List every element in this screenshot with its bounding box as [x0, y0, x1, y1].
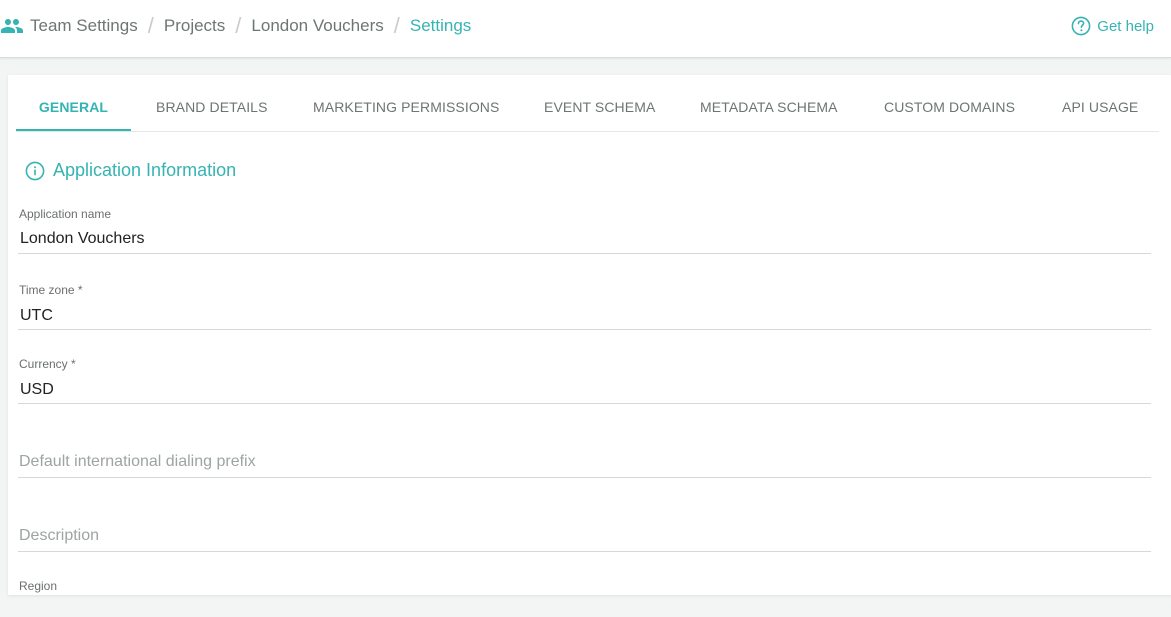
tab-general[interactable]: GENERAL — [16, 75, 131, 131]
section-title-label: Application Information — [53, 160, 237, 180]
currency-value: USD — [20, 381, 54, 398]
breadcrumb-london-vouchers[interactable]: London Vouchers — [251, 16, 383, 36]
tab-brand-details[interactable]: BRAND DETAILS — [156, 75, 268, 131]
get-help-label: Get help — [1097, 17, 1154, 35]
dialing-prefix-placeholder: Default international dialing prefix — [19, 453, 256, 470]
section-title: Application Information — [25, 160, 236, 181]
team-icon — [0, 14, 24, 38]
application-name-label: Application name — [19, 207, 112, 221]
breadcrumb-team-settings[interactable]: Team Settings — [30, 16, 138, 36]
breadcrumb: Team Settings / Projects / London Vouche… — [0, 14, 471, 38]
time-zone-value: UTC — [20, 307, 53, 324]
currency-field[interactable]: Currency * USD — [18, 353, 1151, 404]
tab-metadata-schema[interactable]: METADATA SCHEMA — [700, 75, 838, 131]
tab-custom-domains[interactable]: CUSTOM DOMAINS — [884, 75, 1015, 131]
application-name-value: London Vouchers — [20, 230, 145, 247]
tab-api-usage[interactable]: API USAGE — [1062, 75, 1138, 131]
breadcrumb-settings: Settings — [409, 16, 472, 35]
region-field[interactable]: Region — [18, 577, 1151, 617]
info-icon — [25, 161, 45, 180]
time-zone-label: Time zone * — [19, 283, 83, 297]
top-bar: Team Settings / Projects / London Vouche… — [0, 0, 1171, 58]
breadcrumb-separator: / — [147, 13, 154, 38]
region-label: Region — [19, 579, 58, 593]
description-placeholder: Description — [19, 527, 100, 544]
breadcrumb-separator: / — [235, 13, 242, 38]
application-name-field[interactable]: Application name London Vouchers — [18, 203, 1151, 254]
description-field[interactable]: Description — [18, 501, 1151, 552]
settings-card: GENERAL BRAND DETAILS MARKETING PERMISSI… — [8, 75, 1171, 595]
dialing-prefix-field[interactable]: Default international dialing prefix — [18, 427, 1151, 478]
get-help-link[interactable]: Get help — [1071, 16, 1154, 36]
breadcrumb-projects[interactable]: Projects — [164, 16, 225, 36]
tab-marketing-permissions[interactable]: MARKETING PERMISSIONS — [313, 75, 499, 131]
currency-label: Currency * — [19, 357, 76, 371]
tab-event-schema[interactable]: EVENT SCHEMA — [544, 75, 655, 131]
breadcrumb-separator: / — [393, 13, 400, 38]
help-icon — [1071, 16, 1091, 36]
tab-bar: GENERAL BRAND DETAILS MARKETING PERMISSI… — [16, 75, 1159, 132]
time-zone-field[interactable]: Time zone * UTC — [18, 279, 1151, 330]
